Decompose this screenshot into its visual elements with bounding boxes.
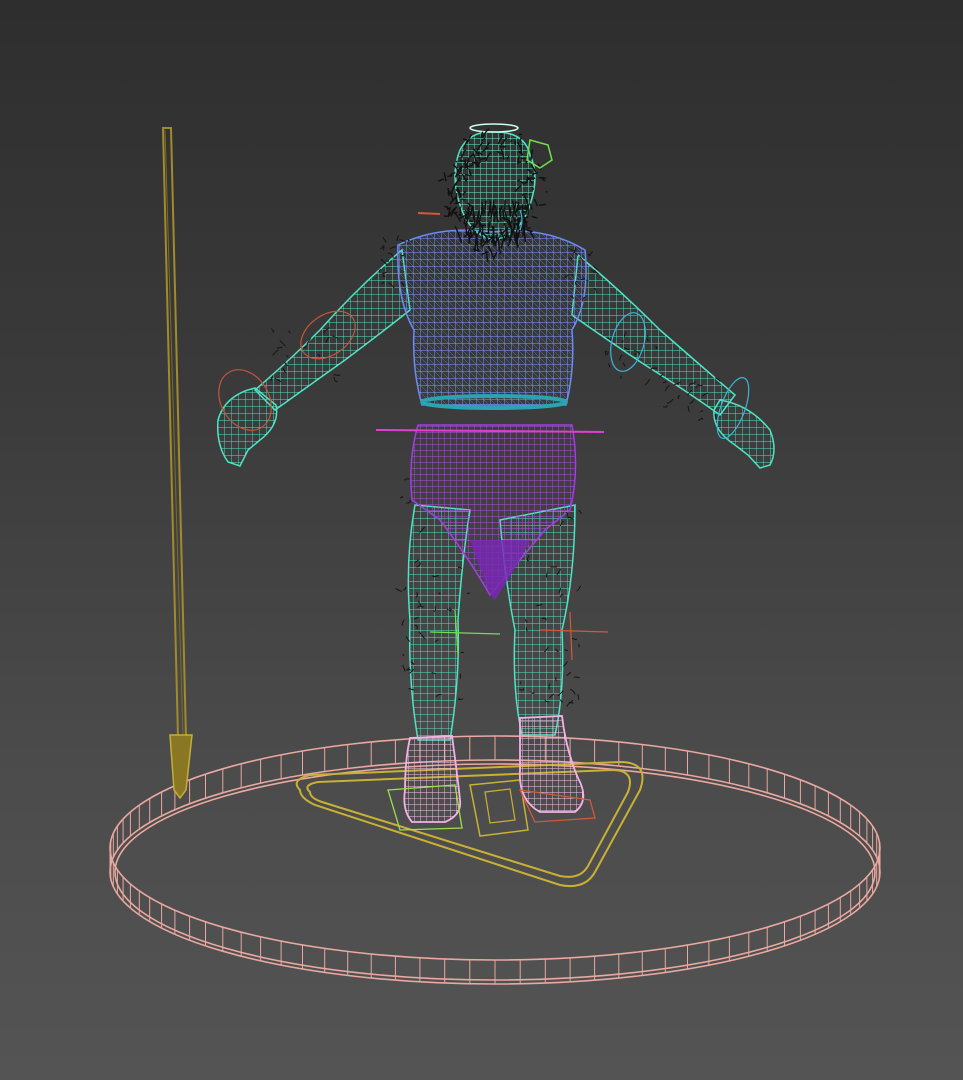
base-disc-segments xyxy=(109,736,881,984)
3d-viewport[interactable] xyxy=(0,0,963,1080)
base-disc[interactable] xyxy=(109,735,881,985)
spear[interactable] xyxy=(161,127,193,800)
shirt[interactable] xyxy=(375,229,605,433)
wireframe-scene[interactable] xyxy=(0,0,963,1080)
root-control[interactable] xyxy=(295,760,644,888)
